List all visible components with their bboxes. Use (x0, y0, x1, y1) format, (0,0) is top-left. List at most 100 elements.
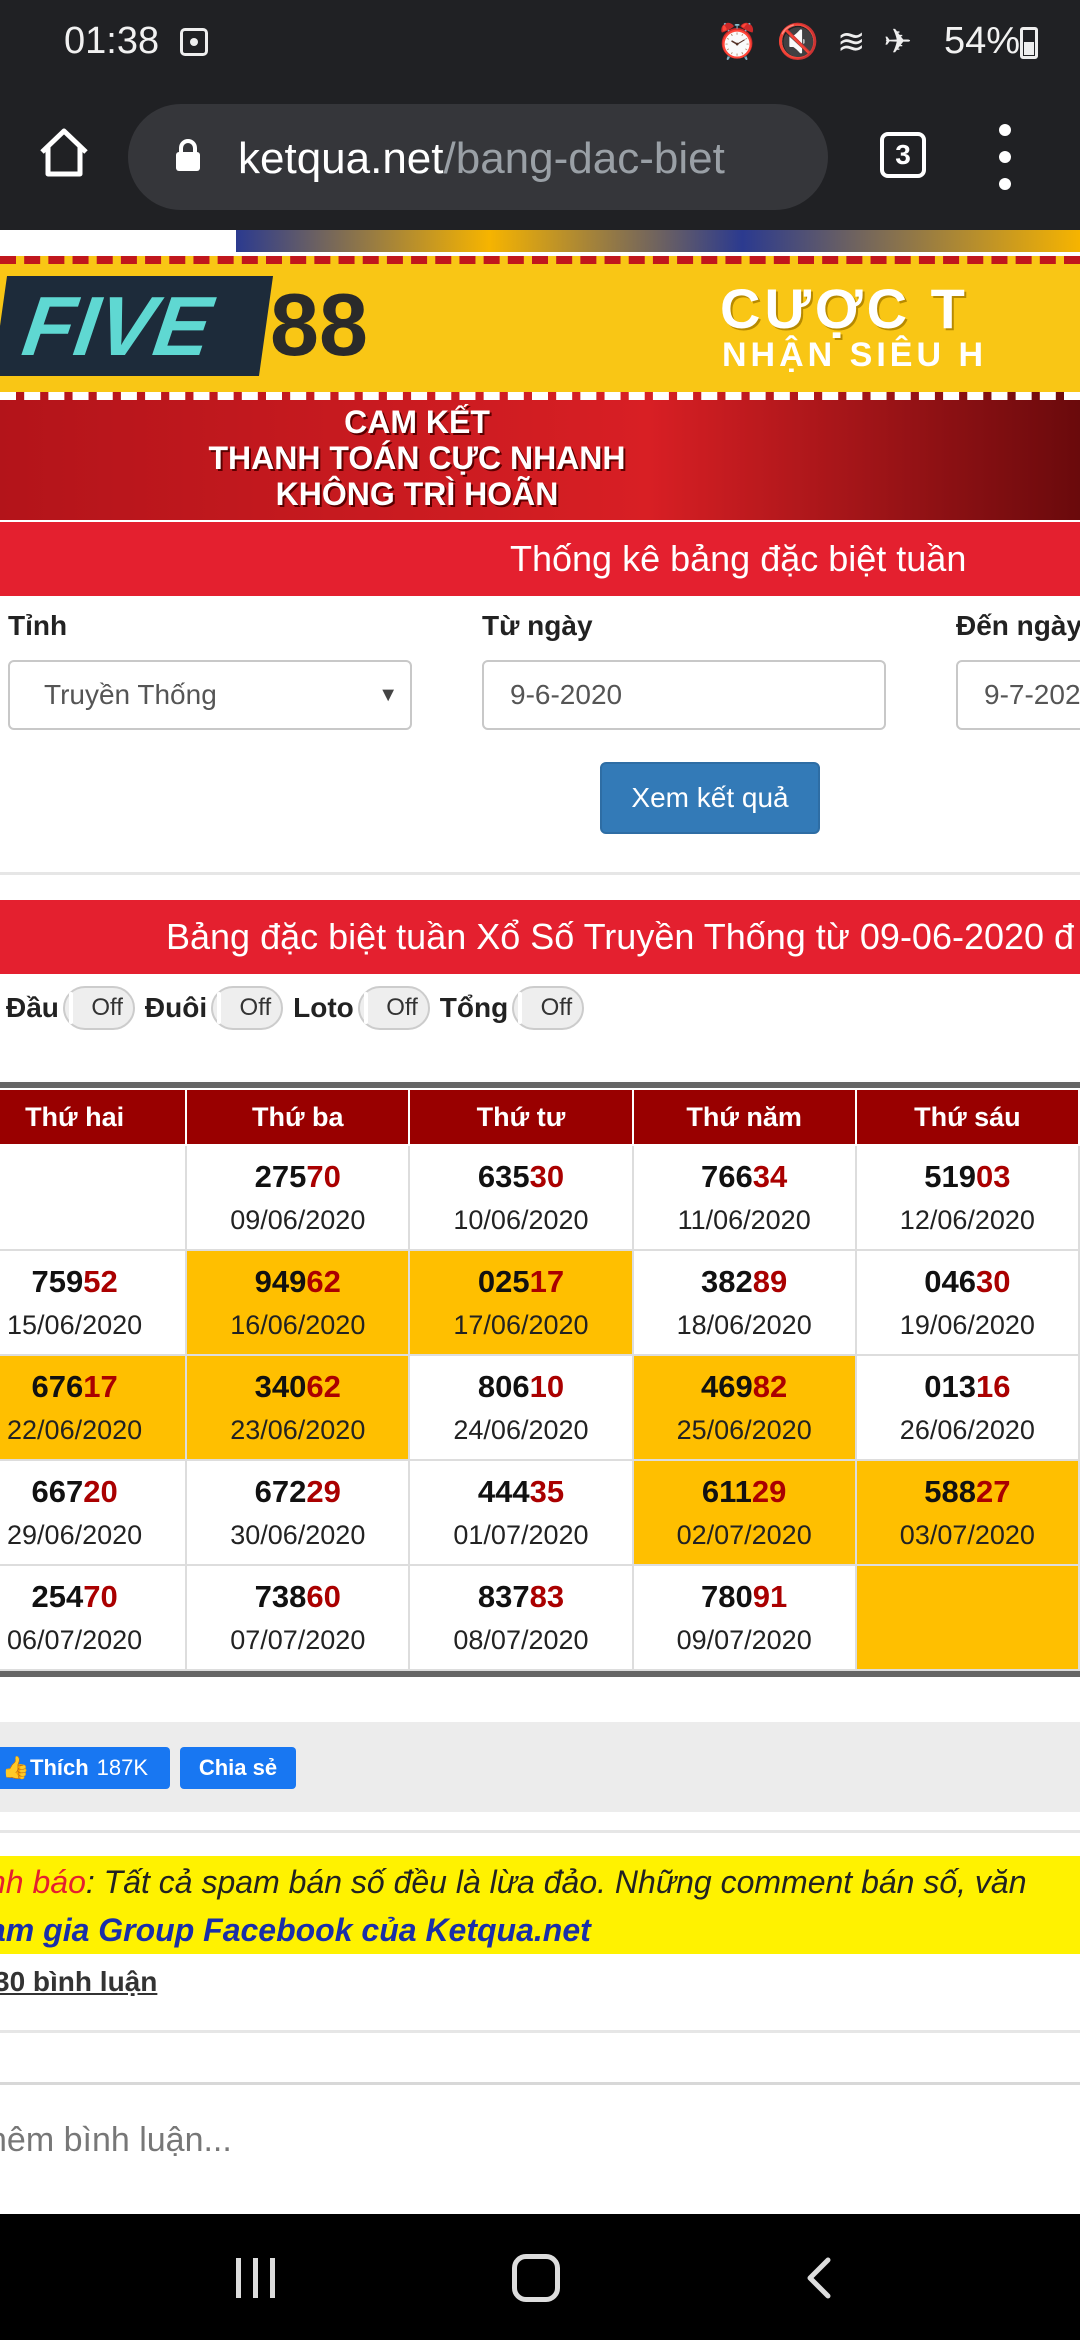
recent-apps-icon[interactable] (236, 2258, 276, 2298)
result-cell: 58827 03/07/2020 (854, 1459, 1080, 1566)
browser-toolbar: ketqua.net/bang-dac-biet 3 (0, 84, 1080, 230)
comment-count-link[interactable]: 30 bình luận (0, 1966, 157, 1998)
result-number-tail: 27 (976, 1474, 1011, 1509)
spam-warning: nh báo: Tất cả spam bán số đều là lừa đả… (0, 1856, 1080, 1954)
social-bar: 👍 Thích 187K Chia sẻ (0, 1722, 1080, 1812)
facebook-like-button[interactable]: 👍 Thích 187K (0, 1747, 170, 1789)
table-row: 75952 15/06/2020 94962 16/06/2020 02517 17/06… (0, 1249, 1080, 1356)
from-date-input[interactable]: 9-6-2020 (482, 660, 886, 730)
result-cell: 34062 23/06/2020 (185, 1354, 411, 1461)
to-date-input[interactable]: 9-7-202 (956, 660, 1080, 730)
like-count: 187K (96, 1755, 149, 1780)
result-number-tail: 91 (752, 1579, 788, 1614)
result-cell: 51903 12/06/2020 (854, 1144, 1080, 1251)
results-table-wrap: Thứ hai Thứ ba Thứ tư Thứ năm Thứ sáu 27… (0, 1082, 1080, 1677)
result-date: 25/06/2020 (676, 1415, 812, 1445)
stats-form-title-text: Thống kê bảng đặc biệt tuần (510, 538, 967, 579)
table-row: 27570 09/06/2020 63530 10/06/2020 76634 11/06… (0, 1144, 1080, 1251)
province-select[interactable]: Truyền Thống ▼ (8, 660, 412, 730)
result-number: 44435 (410, 1474, 631, 1510)
result-number-tail: 70 (83, 1579, 118, 1614)
result-cell: 80610 24/06/2020 (408, 1354, 634, 1461)
result-number: 63530 (410, 1159, 631, 1195)
table-row: 66720 29/06/2020 67229 30/06/2020 44435 01/07… (0, 1459, 1080, 1566)
result-number-head: 806 (477, 1369, 530, 1404)
result-number-tail: 16 (976, 1369, 1011, 1404)
results-table-body: 27570 09/06/2020 63530 10/06/2020 76634 11/06… (0, 1144, 1080, 1671)
comment-input[interactable]: hêm bình luận... (0, 2090, 1080, 2210)
result-cell: 75952 15/06/2020 (0, 1249, 188, 1356)
ad-subline: NHẬN SIÊU H (722, 336, 988, 374)
result-number: 38289 (634, 1264, 855, 1300)
result-number-tail: 52 (83, 1264, 118, 1299)
result-date: 02/07/2020 (676, 1520, 812, 1550)
divider (0, 1830, 1080, 1833)
status-time: 01:38 (64, 20, 160, 62)
divider (0, 2082, 1080, 2085)
toggle-label-duoi: Đuôi (144, 992, 208, 1023)
toggle-loto[interactable]: Off (357, 986, 430, 1030)
facebook-group-link[interactable]: am gia Group Facebook của Ketqua.net (0, 1906, 591, 1954)
result-cell: 44435 01/07/2020 (408, 1459, 634, 1566)
result-number-head: 837 (477, 1579, 530, 1614)
home-icon[interactable] (34, 122, 94, 182)
result-number-tail: 17 (529, 1264, 565, 1299)
result-number-tail: 70 (306, 1159, 341, 1194)
like-label: Thích (30, 1755, 89, 1780)
result-date: 29/06/2020 (7, 1520, 143, 1550)
result-number-head: 635 (477, 1159, 530, 1194)
dropdown-caret-icon: ▼ (378, 684, 398, 706)
result-number-tail: 29 (306, 1474, 341, 1509)
result-date: 09/06/2020 (230, 1205, 366, 1235)
result-number-tail: 29 (751, 1474, 787, 1509)
divider (0, 872, 1080, 875)
result-cell: 67229 30/06/2020 (185, 1459, 411, 1566)
ad-headline: CƯỢC T (720, 277, 969, 340)
toggle-dau[interactable]: Off (62, 986, 135, 1030)
results-title: Bảng đặc biệt tuần Xổ Số Truyền Thống từ… (0, 900, 1080, 974)
toggle-label-loto: Loto (293, 992, 354, 1023)
battery-icon (1020, 27, 1038, 59)
result-number: 04630 (857, 1264, 1078, 1300)
warning-prefix: nh báo (0, 1864, 86, 1900)
table-row: 25470 06/07/2020 73860 07/07/2020 83783 08/07… (0, 1564, 1080, 1671)
result-number-head: 766 (701, 1159, 753, 1194)
result-number-tail: 30 (529, 1159, 565, 1194)
facebook-share-button[interactable]: Chia sẻ (180, 1747, 296, 1789)
toggle-duoi[interactable]: Off (211, 986, 284, 1030)
result-number: 80610 (410, 1369, 631, 1405)
status-bar: 01:38 ⏰🔇≋✈ 54% (0, 0, 1080, 84)
toggle-tong[interactable]: Off (512, 986, 585, 1030)
tab-switcher-button[interactable]: 3 (880, 132, 926, 178)
result-number: 94962 (187, 1264, 408, 1300)
result-number: 66720 (0, 1474, 185, 1510)
result-date: 23/06/2020 (230, 1415, 366, 1445)
ad-promise: CAM KẾT THANH TOÁN CỰC NHANH KHÔNG TRÌ H… (0, 404, 834, 512)
warning-line-1: nh báo: Tất cả spam bán số đều là lừa đả… (0, 1858, 1027, 1906)
result-number-tail: 17 (83, 1369, 118, 1404)
back-icon[interactable] (800, 2256, 840, 2300)
mute-icon: 🔇 (776, 23, 837, 61)
status-icons: ⏰🔇≋✈ (716, 22, 930, 62)
result-number-head: 340 (254, 1369, 307, 1404)
comment-placeholder: hêm bình luận... (0, 2121, 232, 2159)
home-nav-icon[interactable] (512, 2254, 560, 2302)
result-number-head: 667 (31, 1474, 84, 1509)
result-number-head: 469 (701, 1369, 753, 1404)
view-results-button[interactable]: Xem kết quả (600, 762, 820, 834)
result-cell: 76634 11/06/2020 (631, 1144, 857, 1251)
result-number-tail: 62 (306, 1369, 341, 1404)
result-date: 24/06/2020 (453, 1415, 589, 1445)
result-number: 76634 (634, 1159, 855, 1195)
result-date: 09/07/2020 (676, 1625, 812, 1655)
stats-form-title: Thống kê bảng đặc biệt tuần (0, 522, 1080, 596)
result-number-tail: 34 (752, 1159, 788, 1194)
address-bar[interactable]: ketqua.net/bang-dac-biet (128, 104, 828, 210)
lock-icon (176, 139, 200, 171)
result-cell: 73860 07/07/2020 (185, 1564, 411, 1671)
result-date: 26/06/2020 (899, 1415, 1035, 1445)
url-domain: ketqua.net (238, 134, 444, 183)
ad-banner[interactable]: FIVE 88 CƯỢC T NHẬN SIÊU H CAM KẾT THANH… (0, 256, 1080, 520)
overflow-menu-icon[interactable] (990, 124, 1020, 190)
warning-text: : Tất cả spam bán số đều là lừa đảo. Nhữ… (85, 1864, 1027, 1900)
